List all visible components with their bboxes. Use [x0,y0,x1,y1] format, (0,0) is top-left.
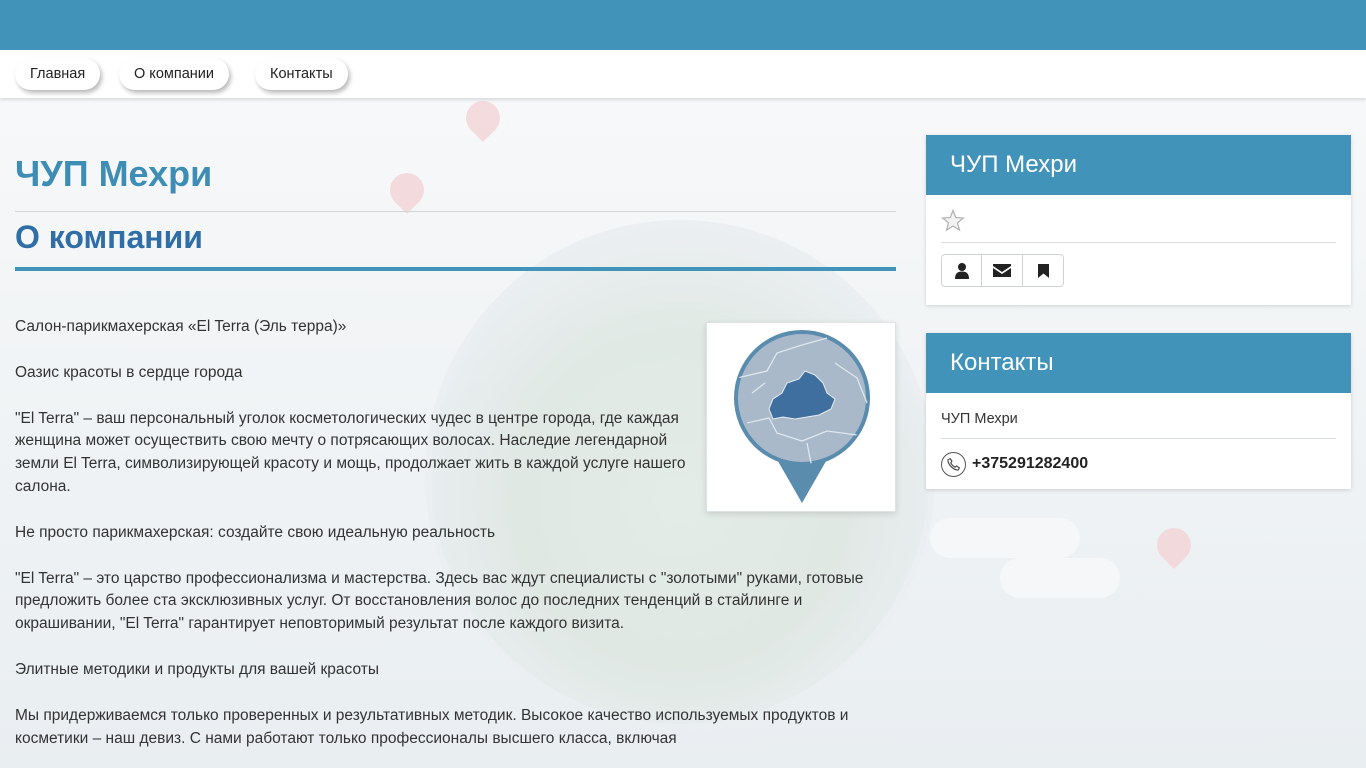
user-icon [954,262,969,279]
article-paragraph: "El Terra" – ваш персональный уголок кос… [15,409,686,495]
envelope-icon [993,264,1011,277]
background-pin-icon [1149,520,1199,570]
company-card: ЧУП Мехри [926,135,1351,305]
company-actions [941,243,1336,305]
main-content: ЧУП Мехри О компании Салон-парикмахерска… [15,98,896,768]
background-cloud [1000,558,1120,598]
nav-item-home[interactable]: Главная [15,58,101,90]
contact-phone-row[interactable]: +375291282400 [941,439,1336,489]
email-button[interactable] [982,254,1023,287]
phone-icon [941,451,966,477]
bookmark-button[interactable] [1023,254,1064,287]
star-outline-icon[interactable] [941,208,965,233]
article-paragraph: Не просто парикмахерская: создайте свою … [15,523,496,541]
main-nav: Главная О компании Контакты [0,50,1366,98]
nav-item-about[interactable]: О компании [119,58,229,90]
article-body: Салон-парикмахерская «El Terra (Эль терр… [15,316,900,768]
contacts-card-title: Контакты [926,333,1351,393]
contact-company-name: ЧУП Мехри [941,393,1336,439]
section-title: О компании [15,219,203,255]
article-paragraph: Салон-парикмахерская «El Terra (Эль терр… [15,318,347,335]
profile-button[interactable] [941,254,982,287]
nav-item-contacts[interactable]: Контакты [255,58,348,90]
divider [15,211,896,212]
contacts-card: Контакты ЧУП Мехри +375291282400 [926,333,1351,489]
article-paragraph: Элитные методики и продукты для вашей кр… [15,660,379,678]
bookmark-icon [1037,263,1049,278]
rating[interactable] [941,195,1336,243]
contact-phone-number[interactable]: +375291282400 [972,455,1088,473]
section-divider [15,267,896,271]
page-title: ЧУП Мехри [15,153,213,194]
article-paragraph: Оазис красоты в сердце города [15,363,243,381]
company-card-title: ЧУП Мехри [926,135,1351,195]
top-bar [0,0,1366,50]
article-paragraph: Мы придерживаемся только проверенных и р… [15,706,849,747]
article-paragraph: "El Terra" – это царство профессионализм… [15,569,864,633]
background-cloud [930,518,1080,558]
